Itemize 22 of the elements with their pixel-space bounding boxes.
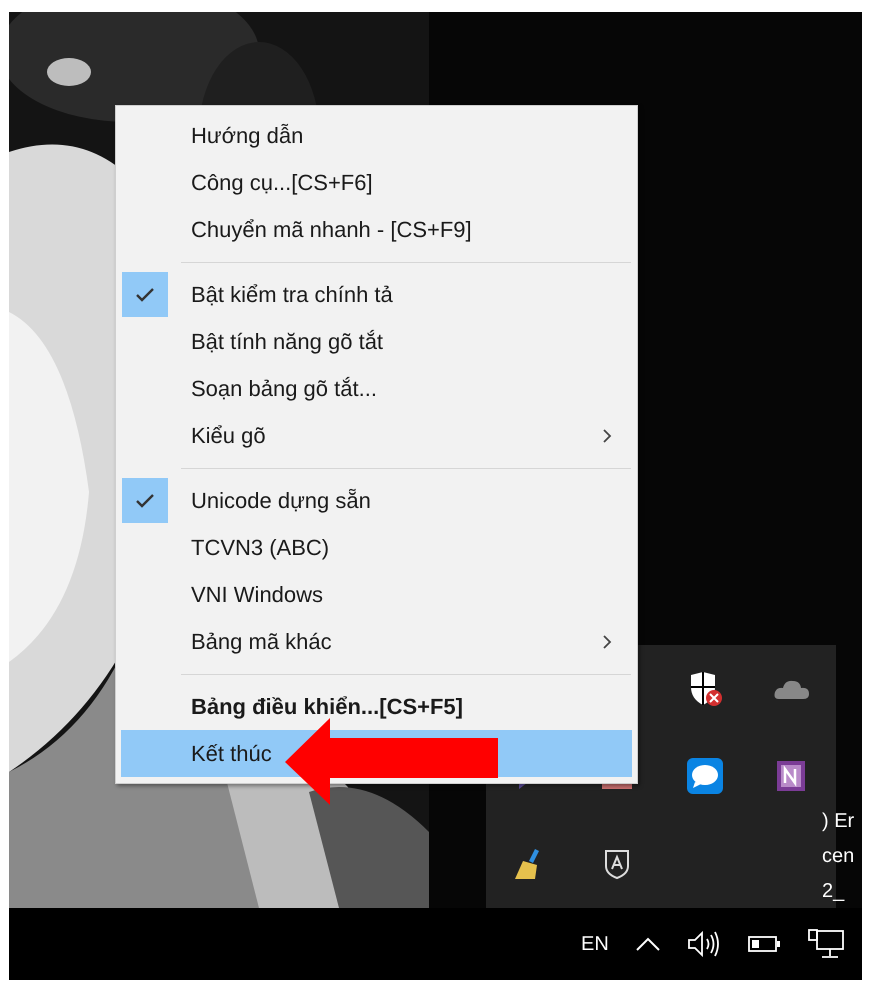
menu-item[interactable]: VNI Windows: [121, 571, 632, 618]
chevron-up-icon[interactable]: [634, 936, 661, 952]
network-icon[interactable]: [806, 928, 845, 960]
chat-bubble-icon[interactable]: [686, 758, 723, 794]
menu-item[interactable]: Unicode dựng sẵn: [121, 477, 632, 524]
menu-item[interactable]: Soạn bảng gõ tắt...: [121, 365, 632, 412]
menu-item[interactable]: Kiểu gõ: [121, 412, 632, 459]
menu-item[interactable]: TCVN3 (ABC): [121, 524, 632, 571]
menu-item[interactable]: Chuyển mã nhanh - [CS+F9]: [121, 206, 632, 253]
menu-item[interactable]: Bật kiểm tra chính tả: [121, 271, 632, 318]
window-text: 2_: [822, 879, 846, 904]
menu-item[interactable]: Bật tính năng gõ tắt: [121, 318, 632, 365]
battery-icon[interactable]: [746, 934, 781, 954]
window-text: ) Er: [822, 809, 854, 834]
window-text: cen: [822, 844, 854, 869]
language-indicator[interactable]: EN: [581, 929, 609, 959]
speaker-icon[interactable]: [686, 930, 721, 958]
menu-item[interactable]: Bảng mã khác: [121, 618, 632, 665]
menu-item[interactable]: Hướng dẫn: [121, 112, 632, 159]
shield-icon[interactable]: [603, 848, 632, 880]
menu-item[interactable]: Bảng điều khiển...[CS+F5]: [121, 683, 632, 730]
menu-item[interactable]: Công cụ...[CS+F6]: [121, 159, 632, 206]
